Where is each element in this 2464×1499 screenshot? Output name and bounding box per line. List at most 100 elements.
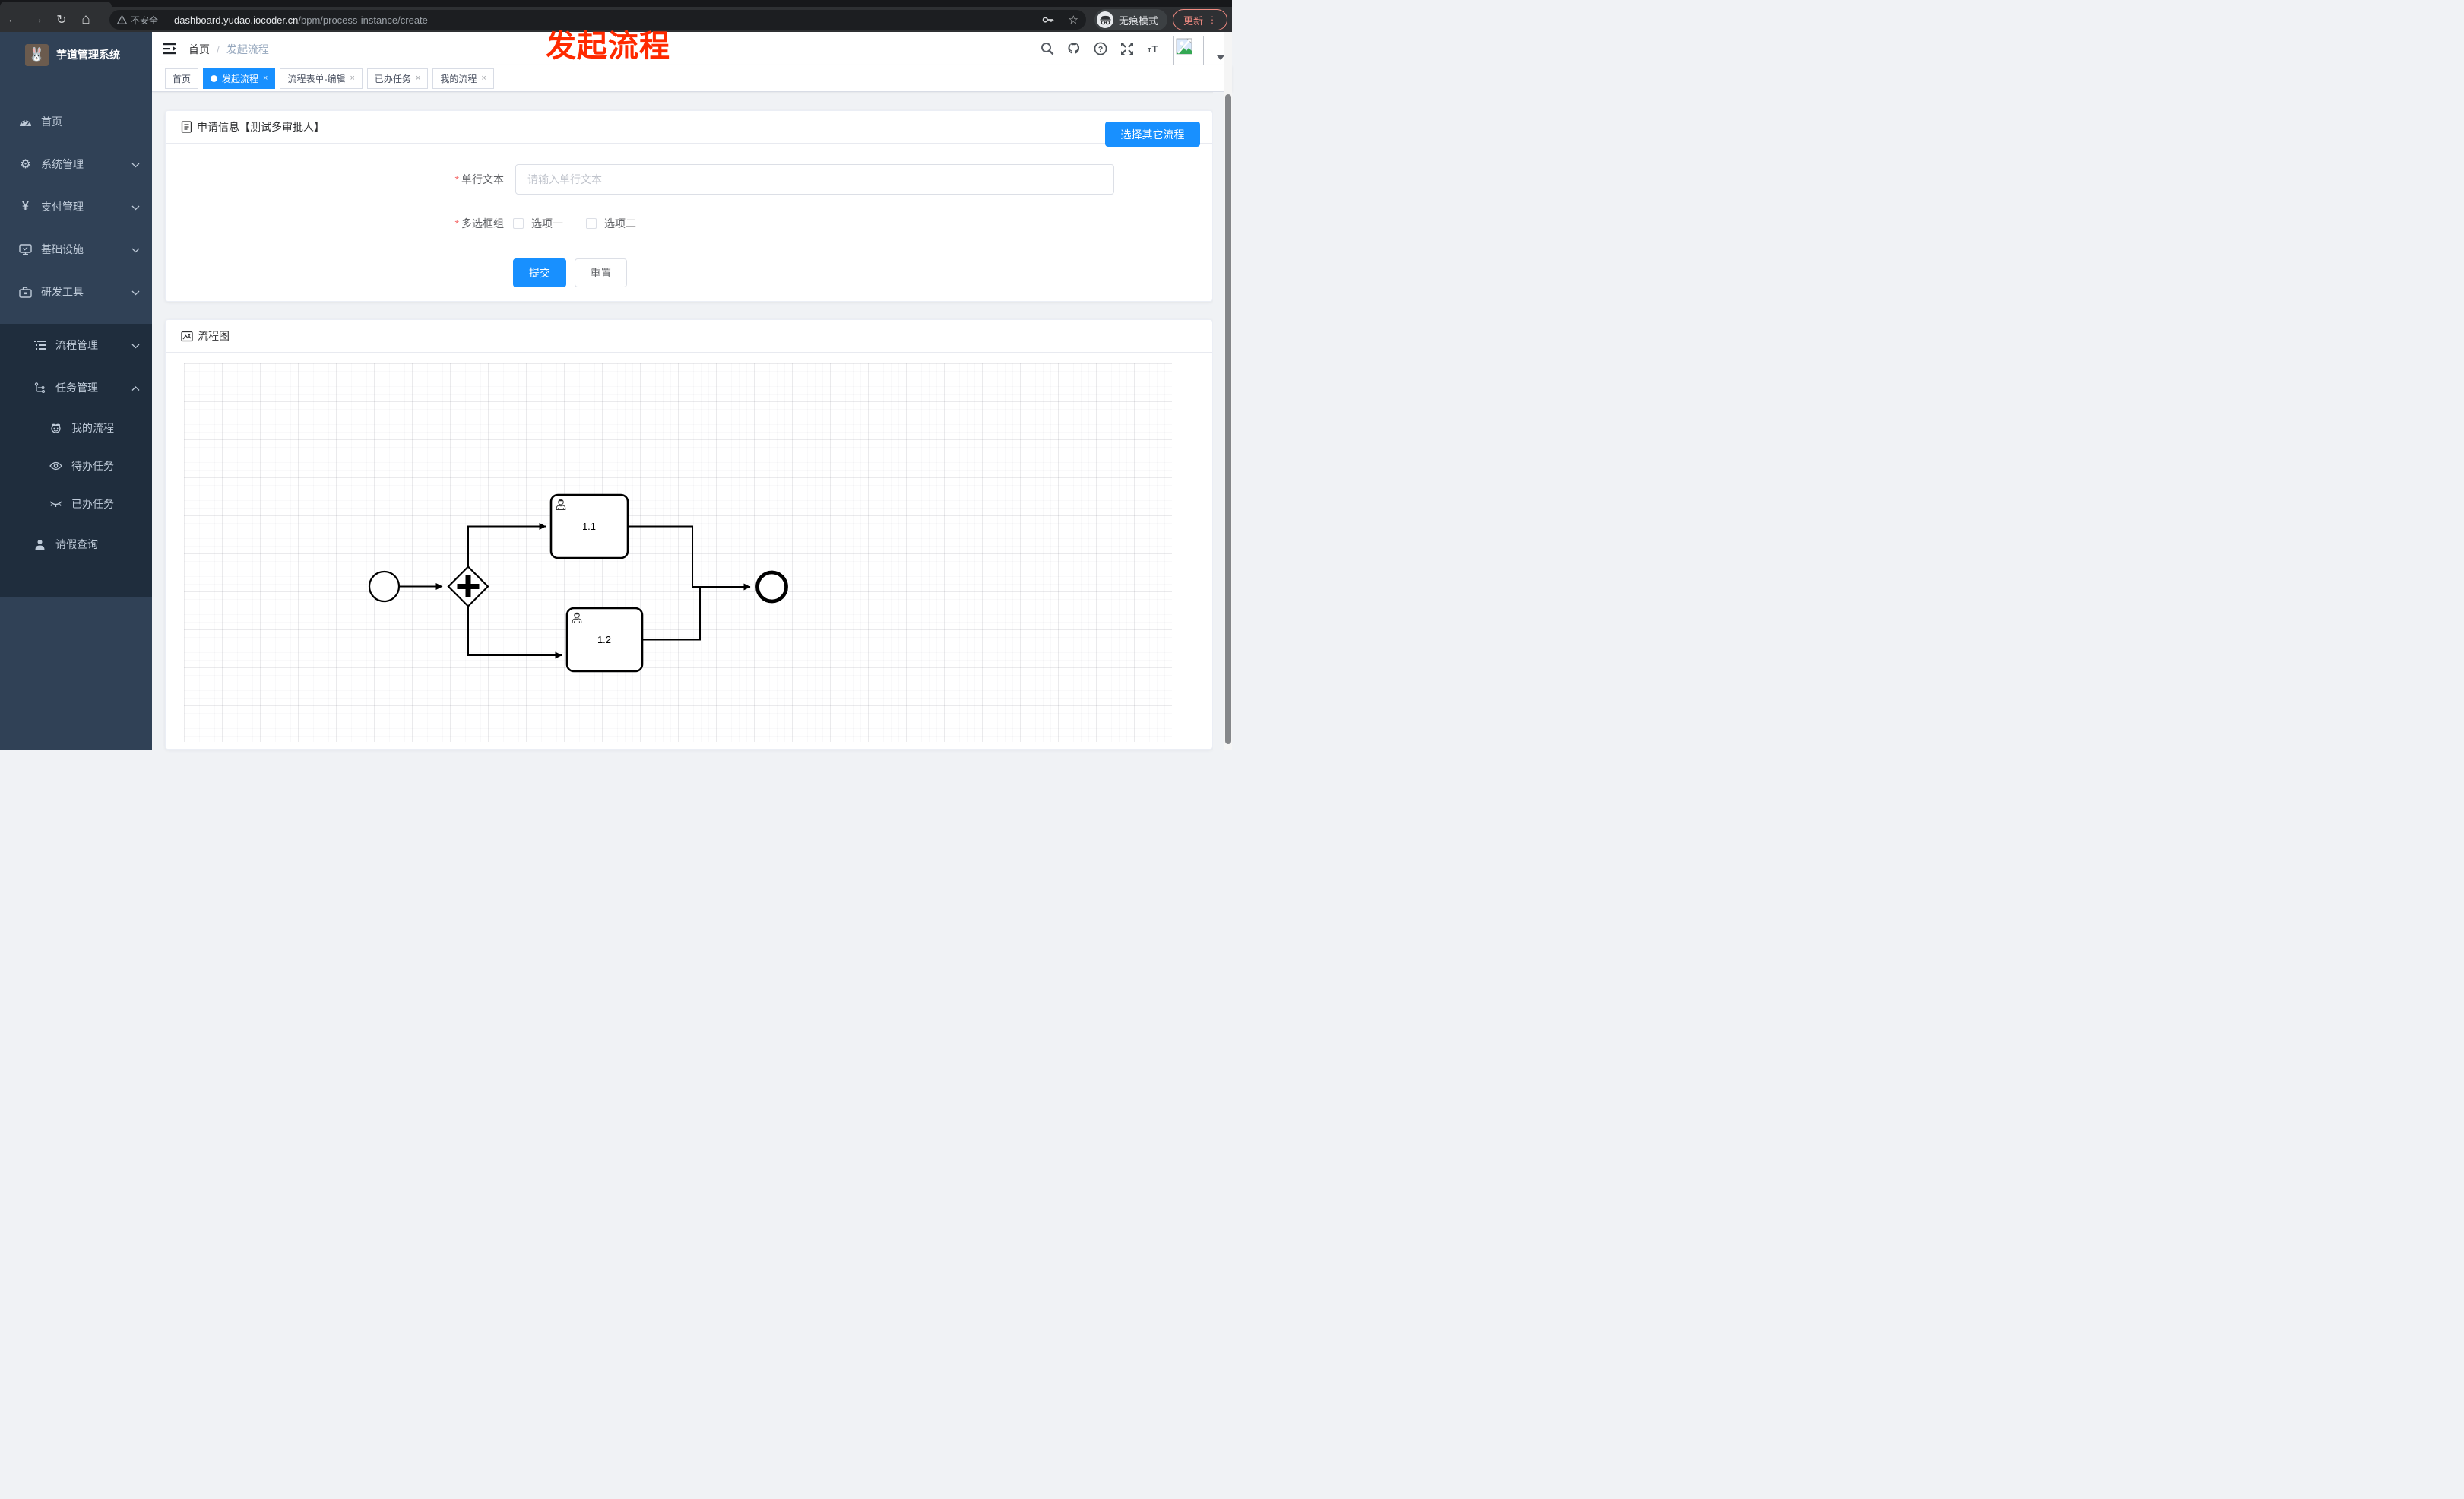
sidebar: 🐰 芋道管理系统 首页 ⚙ 系统管理 ¥ 支付管理 基础设施 研发工具 工作流程… [0,32,152,750]
sidebar-item-label: 我的流程 [71,422,114,434]
checkbox-label: 选项二 [604,217,636,230]
monitor-icon [19,243,32,255]
forward-button[interactable]: → [26,10,49,30]
breadcrumb-separator: / [217,43,220,55]
fullscreen-icon[interactable] [1120,42,1134,55]
sidebar-item-task-mgmt[interactable]: 任务管理 [0,366,152,409]
annotation-overlay-text: 发起流程 [546,30,670,63]
sidebar-item-label: 请假查询 [55,538,98,550]
app-logo: 🐰 [25,43,49,66]
tag-label: 首页 [173,73,192,84]
checkbox-option-2[interactable]: 选项二 [586,216,636,231]
svg-text:T: T [1152,43,1158,55]
not-secure-warning[interactable]: 不安全 [117,14,158,27]
sidebar-item-label: 系统管理 [41,158,84,170]
url-host: dashboard.yudao.iocoder.cn [174,14,299,26]
sidebar-item-process-mgmt[interactable]: 流程管理 [0,324,152,366]
scrollbar-thumb[interactable] [1225,94,1231,744]
required-asterisk: * [454,217,459,230]
breadcrumb-home[interactable]: 首页 [188,42,210,57]
tag-my-process[interactable]: 我的流程 × [432,68,494,89]
sidebar-item-label: 待办任务 [71,460,114,472]
key-icon[interactable] [1041,13,1055,27]
tags-view-bar: 首页 发起流程 × 流程表单-编辑 × 已办任务 × 我的流程 × [152,65,1232,92]
reload-button[interactable]: ↻ [50,10,73,30]
sidebar-item-infrastructure[interactable]: 基础设施 [0,228,152,271]
bpmn-canvas[interactable]: 1.1 1.2 [184,363,1172,742]
close-icon[interactable]: × [481,74,486,83]
eye-open-icon [49,461,62,471]
tag-label: 已办任务 [374,73,411,84]
chevron-down-icon [131,286,140,298]
svg-text:?: ? [1098,46,1103,54]
checkbox-icon[interactable] [513,218,524,229]
sidebar-item-label: 任务管理 [55,382,98,394]
bpmn-user-task-1-2[interactable]: 1.2 [565,607,644,673]
sidebar-item-label: 支付管理 [41,201,84,213]
search-icon[interactable] [1040,42,1054,55]
close-icon[interactable]: × [263,74,268,83]
help-icon[interactable]: ? [1094,42,1107,55]
github-icon[interactable] [1067,42,1081,55]
tag-home[interactable]: 首页 [165,68,199,89]
checkbox-icon[interactable] [586,218,597,229]
content-right-gap [1213,92,1224,750]
sidebar-item-label: 首页 [41,116,62,128]
sidebar-item-home[interactable]: 首页 [0,100,152,143]
sidebar-item-todo-tasks[interactable]: 待办任务 [0,447,152,485]
browser-tab[interactable] [0,2,112,7]
sidebar-collapse-button[interactable] [163,42,178,55]
tag-create-process[interactable]: 发起流程 × [203,68,276,89]
avatar[interactable] [1173,36,1204,66]
apply-card-header: 申请信息【测试多审批人】 [166,111,1212,144]
sidebar-item-my-process[interactable]: 我的流程 [0,409,152,447]
font-size-icon[interactable]: TT [1147,42,1161,55]
app-logo-row[interactable]: 🐰 芋道管理系统 [0,32,152,78]
close-icon[interactable]: × [350,74,354,83]
chevron-up-icon [131,382,140,394]
tag-form-edit[interactable]: 流程表单-编辑 × [280,68,363,89]
edge-gateway-to-task1 [467,523,546,566]
bookmark-star-icon[interactable]: ☆ [1069,13,1078,27]
page-scrollbar[interactable] [1224,32,1232,750]
reset-button[interactable]: 重置 [575,258,627,287]
kebab-menu-icon[interactable]: ⋮ [1208,14,1217,25]
chevron-down-icon [131,339,140,351]
single-line-text-input[interactable] [515,164,1114,195]
back-button[interactable]: ← [2,10,24,30]
process-diagram-card: 流程图 1.1 1.2 [165,319,1213,750]
incognito-icon [1097,11,1113,28]
document-icon [181,121,192,133]
sidebar-item-done-tasks[interactable]: 已办任务 [0,485,152,523]
tag-done-tasks[interactable]: 已办任务 × [366,68,429,89]
workflow-submenu: 流程管理 任务管理 我的流程 待办任务 已办任务 请假查询 [0,324,152,597]
close-icon[interactable]: × [416,74,420,83]
checkbox-option-1[interactable]: 选项一 [513,216,563,231]
bpmn-user-task-1-1[interactable]: 1.1 [549,493,629,559]
home-button[interactable]: ⌂ [74,10,97,30]
sidebar-item-label: 基础设施 [41,243,84,255]
bpmn-start-event[interactable] [368,570,401,603]
apply-card-title: 申请信息【测试多审批人】 [197,121,325,133]
checkbox-group-label: * 多选框组 [454,217,504,230]
avatar-caret-icon[interactable] [1217,55,1224,60]
browser-update-button[interactable]: 更新 ⋮ [1173,9,1227,30]
user-icon [33,539,46,550]
sidebar-item-payment[interactable]: ¥ 支付管理 [0,185,152,228]
sidebar-item-dev-tools[interactable]: 研发工具 [0,271,152,313]
sidebar-item-system[interactable]: ⚙ 系统管理 [0,143,152,185]
robot-face-icon [49,423,62,433]
task-label: 1.1 [582,521,596,532]
apply-info-card: 申请信息【测试多审批人】 选择其它流程 *单行文本 *多选框组 选项一 选项二 … [165,110,1213,302]
chevron-down-icon [131,243,140,255]
incognito-label: 无痕模式 [1119,14,1159,27]
sidebar-item-leave-query[interactable]: 请假查询 [0,523,152,566]
toolbox-icon [19,287,32,298]
required-asterisk: * [454,173,459,185]
submit-button[interactable]: 提交 [513,258,566,287]
select-other-process-button[interactable]: 选择其它流程 [1105,122,1200,147]
bpmn-parallel-gateway[interactable] [447,565,489,608]
bpmn-end-event[interactable] [755,570,788,604]
update-label: 更新 [1183,14,1203,27]
diagram-card-header: 流程图 [166,320,1212,353]
